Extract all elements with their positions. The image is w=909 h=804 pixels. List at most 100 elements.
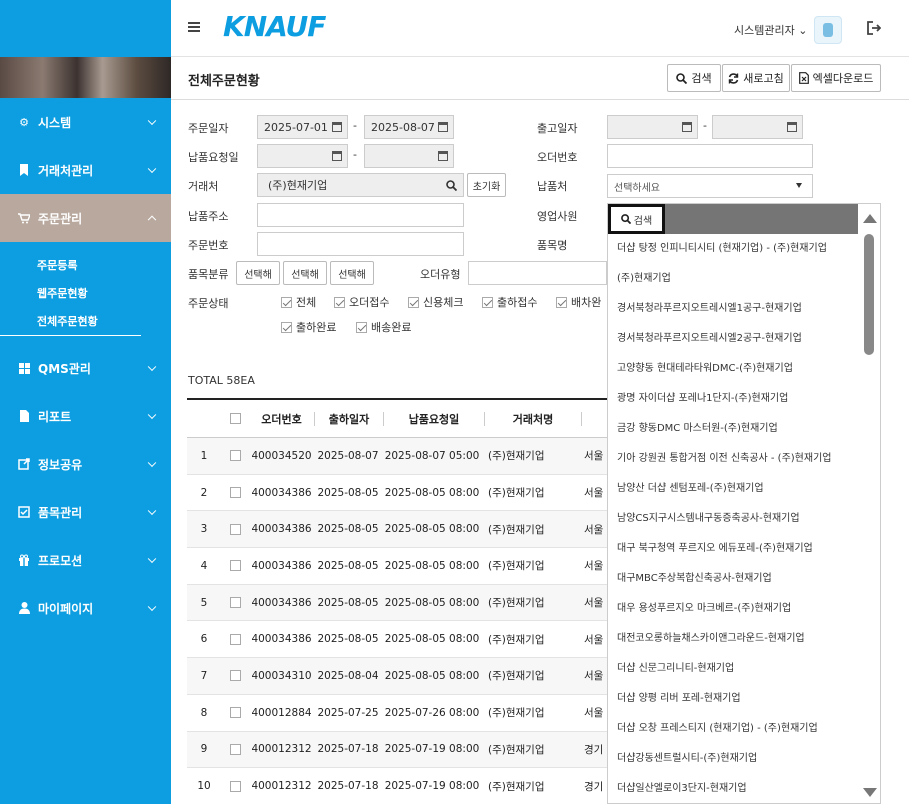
calendar-icon[interactable]	[438, 122, 448, 132]
dropdown-option[interactable]: 금강 향동DMC 마스터원-(주)현재기업	[608, 414, 859, 444]
table-row[interactable]: 6 400034386 2025-08-05 2025-08-05 08:00 (주)현…	[187, 621, 607, 659]
delivery-address-input[interactable]	[257, 203, 464, 227]
header-delivery-request-date[interactable]: 납품요청일	[384, 411, 484, 427]
calendar-icon[interactable]	[332, 122, 342, 132]
delivery-date-to-input[interactable]	[364, 144, 454, 168]
search-button[interactable]: 검색	[667, 64, 721, 92]
dropdown-scrollbar[interactable]	[858, 204, 880, 803]
dropdown-option[interactable]: 더샵 오창 프레스티지 (현재기업) - (주)현재기업	[608, 714, 859, 744]
sidebar-item-vendor[interactable]: 거래처관리	[0, 146, 171, 194]
status-dispatch-checkbox[interactable]: 배차완	[556, 294, 607, 310]
checkbox-checked[interactable]	[334, 296, 345, 308]
category-select-1-button[interactable]: 선택해	[236, 261, 280, 285]
reset-button[interactable]: 초기화	[467, 173, 506, 197]
checkbox-checked[interactable]	[482, 296, 493, 308]
checkbox-checked[interactable]	[356, 321, 367, 333]
header-vendor-name[interactable]: 거래처명	[485, 411, 581, 427]
table-row[interactable]: 10 400012312 2025-07-18 2025-07-19 08:00 (주)…	[187, 768, 607, 804]
header-ship-date[interactable]: 출하일자	[315, 411, 383, 427]
delivery-destination-select[interactable]: 선택하세요	[607, 174, 813, 198]
ship-date-from-input[interactable]	[607, 115, 698, 139]
checkbox-checked[interactable]	[281, 321, 292, 333]
dropdown-option[interactable]: 대구MBC주상복합신축공사-현재기업	[608, 564, 859, 594]
table-row[interactable]: 3 400034386 2025-08-05 2025-08-05 08:00 (주)현…	[187, 511, 607, 549]
status-credit-check-checkbox[interactable]: 신용체크	[408, 294, 463, 310]
brand-logo[interactable]: KNAUF	[223, 10, 326, 43]
dropdown-option[interactable]: 더샵일산엘로이3단지-현재기업	[608, 774, 859, 803]
dropdown-option[interactable]: 더샵 양평 리버 포레-현재기업	[608, 684, 859, 714]
ship-date-to-input[interactable]	[712, 115, 803, 139]
sidebar-item-mypage[interactable]: 마이페이지	[0, 584, 171, 632]
row-checkbox[interactable]	[229, 487, 241, 499]
calendar-icon[interactable]	[787, 122, 797, 132]
row-checkbox[interactable]	[229, 633, 241, 645]
dropdown-option[interactable]: 남양CS지구시스템내구동증축공사-현재기업	[608, 504, 859, 534]
scrollbar-thumb[interactable]	[864, 234, 874, 355]
table-row[interactable]: 9 400012312 2025-07-18 2025-07-19 08:00 (주)현…	[187, 731, 607, 769]
row-checkbox[interactable]	[229, 597, 241, 609]
table-row[interactable]: 8 400012884 2025-07-25 2025-07-26 08:00 (주)현…	[187, 695, 607, 732]
calendar-icon[interactable]	[332, 151, 342, 161]
status-shipped-checkbox[interactable]: 출하완료	[281, 319, 336, 335]
row-checkbox[interactable]	[229, 780, 241, 792]
checkbox-checked[interactable]	[408, 296, 419, 308]
dropdown-option[interactable]: 남양산 더샵 센텀포레-(주)현재기업	[608, 474, 859, 504]
sidebar-item-report[interactable]: 리포트	[0, 392, 171, 440]
table-row[interactable]: 7 400034310 2025-08-04 2025-08-05 08:00 (주)현…	[187, 658, 607, 695]
hamburger-menu-icon[interactable]	[188, 22, 200, 32]
calendar-icon[interactable]	[682, 122, 692, 132]
scroll-down-arrow-icon[interactable]	[863, 788, 877, 797]
dropdown-option[interactable]: 더샵 신문그리니티-현재기업	[608, 654, 859, 684]
submenu-web-order-status[interactable]: 웹주문현황	[0, 280, 171, 308]
order-date-from-input[interactable]: 2025-07-01	[257, 115, 348, 139]
status-delivered-checkbox[interactable]: 배송완료	[356, 319, 411, 335]
table-row[interactable]: 5 400034386 2025-08-05 2025-08-05 08:00 (주)현…	[187, 584, 607, 622]
dropdown-option[interactable]: 기아 강원권 통합거점 이전 신축공사 - (주)현재기업	[608, 444, 859, 474]
submenu-order-register[interactable]: 주문등록	[0, 252, 171, 280]
sidebar-item-order[interactable]: 주문관리	[0, 194, 171, 242]
row-checkbox[interactable]	[229, 707, 241, 719]
calendar-icon[interactable]	[438, 151, 448, 161]
dropdown-option[interactable]: 경서북청라푸르지오트레시엘2공구-현재기업	[608, 324, 859, 354]
row-checkbox[interactable]	[229, 450, 241, 462]
dropdown-option[interactable]: 대구 북구청역 푸르지오 에듀포레-(주)현재기업	[608, 534, 859, 564]
order-no-input[interactable]	[257, 232, 464, 256]
dropdown-search-button[interactable]: 검색	[608, 204, 665, 234]
checkbox-checked[interactable]	[281, 296, 292, 308]
status-shipping-received-checkbox[interactable]: 출하접수	[482, 294, 537, 310]
dropdown-option[interactable]: 경서북청라푸르지오트레시엘1공구-현재기업	[608, 294, 859, 324]
user-menu[interactable]: 시스템관리자 ⌄	[734, 22, 807, 38]
sidebar-item-promotion[interactable]: 프로모션	[0, 536, 171, 584]
submenu-all-order-status[interactable]: 전체주문현황	[0, 308, 141, 336]
sidebar-item-system[interactable]: ⚙ 시스템	[0, 98, 171, 146]
search-icon[interactable]	[446, 180, 457, 191]
table-row[interactable]: 1 400034520 2025-08-07 2025-08-07 05:00 (주)현…	[187, 438, 607, 475]
avatar[interactable]	[814, 16, 842, 44]
delivery-date-from-input[interactable]	[257, 144, 348, 168]
sidebar-item-product[interactable]: 품목관리	[0, 488, 171, 536]
logout-icon[interactable]	[867, 21, 883, 37]
sidebar-item-info-share[interactable]: 정보공유	[0, 440, 171, 488]
table-row[interactable]: 2 400034386 2025-08-05 2025-08-05 08:00 (주)현…	[187, 475, 607, 512]
dropdown-option[interactable]: (주)현재기업	[608, 264, 859, 294]
dropdown-option[interactable]: 고양향동 현대테라타워DMC-(주)현재기업	[608, 354, 859, 384]
dropdown-option[interactable]: 대우 용성푸르지오 마크베르-(주)현재기업	[608, 594, 859, 624]
category-select-3-button[interactable]: 선택해	[330, 261, 374, 285]
order-number-input[interactable]	[607, 144, 813, 168]
row-checkbox[interactable]	[229, 560, 241, 572]
status-all-checkbox[interactable]: 전체	[281, 294, 316, 310]
order-type-input[interactable]	[468, 261, 607, 285]
dropdown-option[interactable]: 광명 자이더샵 포레나1단지-(주)현재기업	[608, 384, 859, 414]
sidebar-item-qms[interactable]: QMS관리	[0, 344, 171, 392]
order-date-to-input[interactable]: 2025-08-07	[364, 115, 454, 139]
row-checkbox[interactable]	[229, 743, 241, 755]
header-order-no[interactable]: 오더번호	[249, 411, 314, 427]
dropdown-option[interactable]: 더샵강동센트럴시티-(주)현재기업	[608, 744, 859, 774]
category-select-2-button[interactable]: 선택해	[283, 261, 327, 285]
vendor-input[interactable]: (주)현재기업	[257, 173, 464, 197]
select-all-checkbox[interactable]	[229, 413, 241, 424]
dropdown-option[interactable]: 대전코오롱하늘채스카이앤그라운드-현재기업	[608, 624, 859, 654]
excel-download-button[interactable]: 엑셀다운로드	[791, 64, 881, 92]
dropdown-option[interactable]: 더샵 탕정 인피니티시티 (현재기업) - (주)현재기업	[608, 234, 859, 264]
row-checkbox[interactable]	[229, 670, 241, 682]
